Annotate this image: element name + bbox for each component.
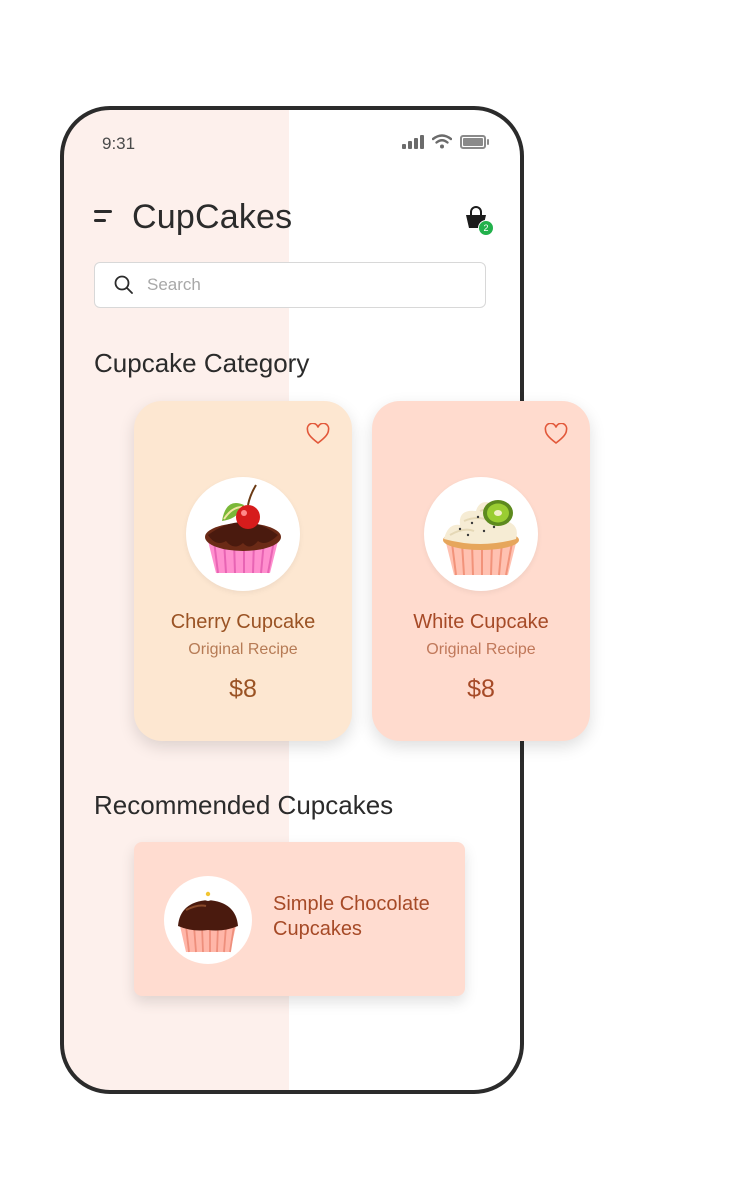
menu-icon[interactable] [94,210,114,226]
category-card-subtitle: Original Recipe [188,641,298,658]
battery-icon [460,134,489,149]
white-cupcake-image [424,477,538,591]
signal-icon [402,134,424,149]
recommended-card[interactable]: Simple Chocolate Cupcakes [134,842,465,996]
cart-count-badge: 2 [478,220,494,236]
recommended-section-title: Recommended Cupcakes [94,790,394,820]
search-icon [114,275,133,294]
chocolate-cupcake-image [164,876,252,964]
cherry-cupcake-image [186,477,300,591]
status-time: 9:31 [102,134,136,153]
heart-icon[interactable] [306,423,330,445]
category-card-subtitle: Original Recipe [426,641,536,658]
category-card-name: Cherry Cupcake [170,611,316,633]
recommended-item-name: Simple Chocolate Cupcakes [273,893,430,940]
app-title: CupCakes [132,198,293,236]
status-icons [402,134,489,149]
wifi-icon [432,134,452,149]
category-card-price: $8 [229,675,257,703]
category-card-name: White Cupcake [413,611,549,633]
category-section-title: Cupcake Category [94,348,310,378]
category-card-white[interactable]: White Cupcake Original Recipe $8 [372,401,590,741]
search-input[interactable] [145,274,449,296]
search-box[interactable] [94,262,486,308]
cart-button[interactable]: 2 [464,206,494,236]
category-card-price: $8 [467,675,495,703]
category-card-cherry[interactable]: Cherry Cupcake Original Recipe $8 [134,401,352,741]
heart-icon[interactable] [544,423,568,445]
